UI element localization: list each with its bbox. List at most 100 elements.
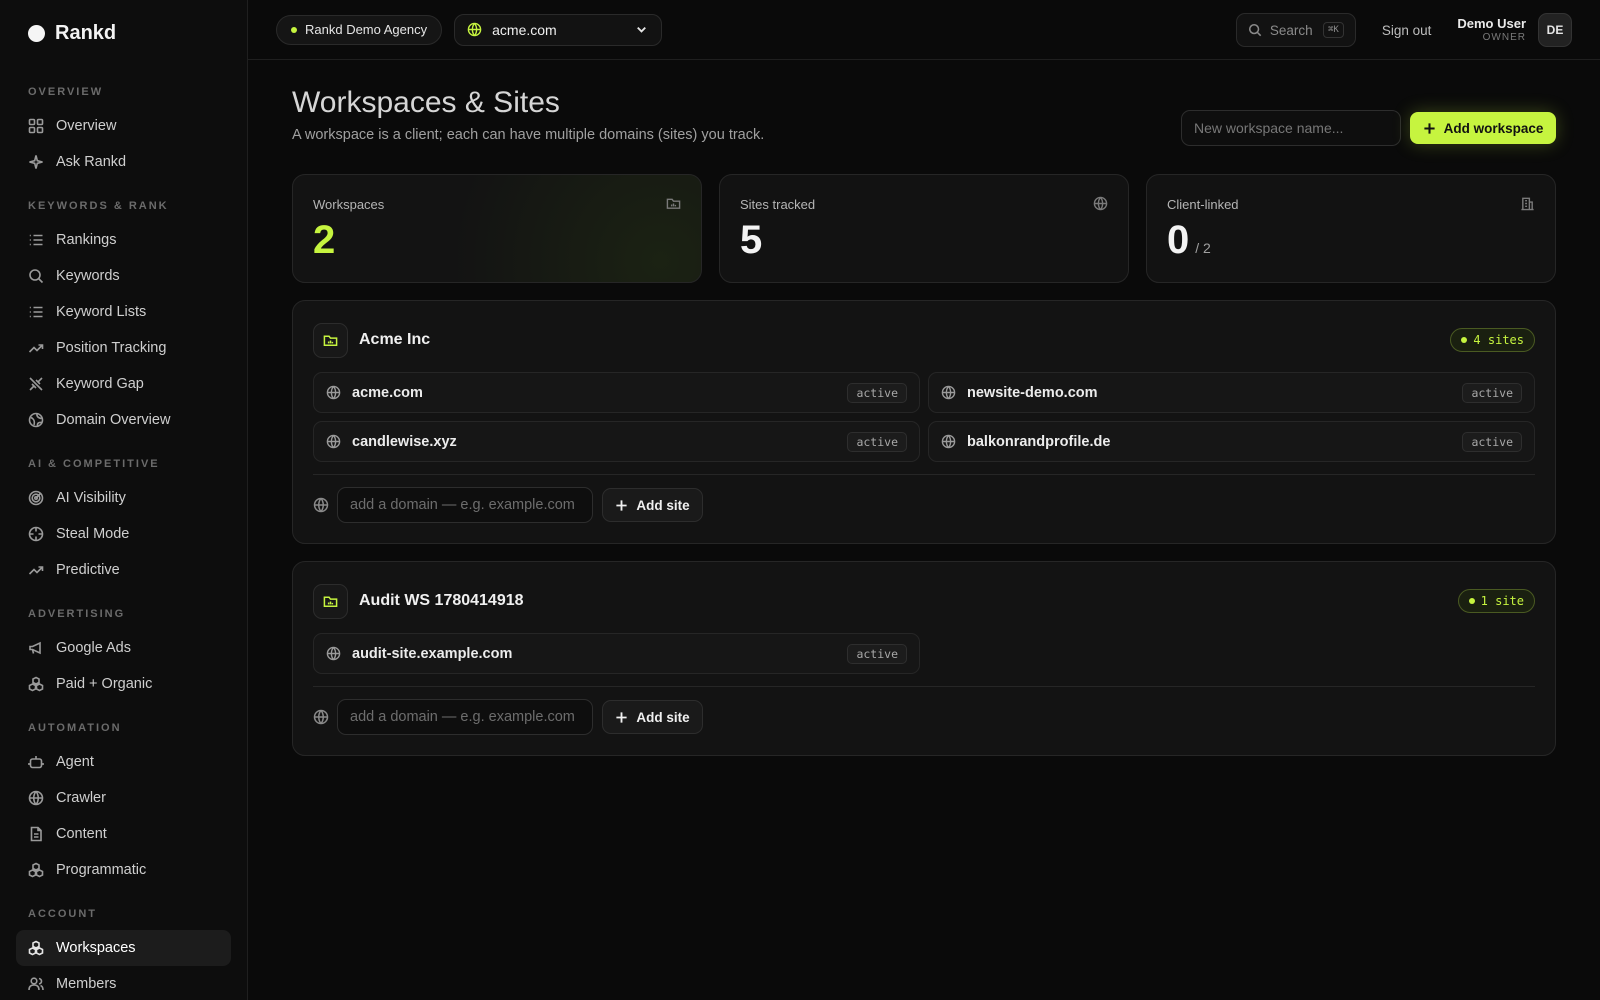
stat-card-workspaces: Workspaces 2 xyxy=(292,174,702,283)
site-list: acme.com active newsite-demo.com active … xyxy=(313,372,1535,462)
sidebar-item-ask-rankd[interactable]: Ask Rankd xyxy=(16,144,231,180)
add-site-button[interactable]: Add site xyxy=(602,700,703,734)
page-content: Workspaces & Sites A workspace is a clie… xyxy=(248,60,1600,756)
sidebar-item-position-tracking[interactable]: Position Tracking xyxy=(16,330,231,366)
sidebar-item-keyword-lists[interactable]: Keyword Lists xyxy=(16,294,231,330)
add-domain-input[interactable] xyxy=(337,699,593,735)
add-site-row: Add site xyxy=(313,487,1535,523)
nav-section-title: ADVERTISING xyxy=(28,608,126,620)
stat-label: Client-linked xyxy=(1167,197,1239,212)
sidebar-item-paid-organic[interactable]: Paid + Organic xyxy=(16,666,231,702)
nav-section-title: KEYWORDS & RANK xyxy=(28,200,169,212)
workspace-header: Audit WS 1780414918 1 site xyxy=(313,583,1535,619)
stat-value: 0 / 2 xyxy=(1167,218,1535,263)
globe-icon xyxy=(28,790,44,806)
sidebar-item-label: Google Ads xyxy=(56,640,131,656)
globe-icon xyxy=(467,22,482,37)
site-domain: balkonrandprofile.de xyxy=(967,433,1111,450)
logo-dot-icon xyxy=(28,24,45,42)
status-badge: active xyxy=(1462,431,1522,452)
main-area: Rankd Demo Agency acme.com Search ⌘K Sig… xyxy=(248,0,1600,1000)
bot-icon xyxy=(28,756,44,769)
site-row[interactable]: audit-site.example.com active xyxy=(313,633,920,674)
avatar[interactable]: DE xyxy=(1538,13,1572,47)
sidebar-item-domain-overview[interactable]: Domain Overview xyxy=(16,402,231,438)
add-workspace-label: Add workspace xyxy=(1443,120,1544,136)
sidebar-item-crawler[interactable]: Crawler xyxy=(16,780,231,816)
nav-section-title: AI & COMPETITIVE xyxy=(28,458,160,470)
stat-card-sites: Sites tracked 5 xyxy=(719,174,1129,283)
chevron-down-icon xyxy=(637,26,647,33)
new-workspace-input[interactable] xyxy=(1181,110,1401,146)
sidebar-item-keywords[interactable]: Keywords xyxy=(16,258,231,294)
stat-value: 2 xyxy=(313,218,336,262)
nav-section-overview: OVERVIEW Overview Ask Rankd KEYWORDS & R… xyxy=(0,86,247,1000)
sidebar-item-label: Agent xyxy=(56,754,94,770)
nav-section-title: AUTOMATION xyxy=(28,722,122,734)
sidebar-item-ai-visibility[interactable]: AI Visibility xyxy=(16,480,231,516)
sites-count-badge: 1 site xyxy=(1457,589,1535,613)
sidebar-item-rankings[interactable]: Rankings xyxy=(16,222,231,258)
search-icon xyxy=(1248,23,1262,37)
topbar-right: Search ⌘K Sign out Demo User OWNER DE xyxy=(1235,0,1572,60)
sidebar-item-overview[interactable]: Overview xyxy=(16,108,231,144)
workspace-header: Acme Inc 4 sites xyxy=(313,322,1535,358)
sidebar-item-label: Keyword Gap xyxy=(56,376,144,392)
folder-icon xyxy=(666,198,681,209)
sidebar-item-label: Paid + Organic xyxy=(56,676,153,692)
user-role: OWNER xyxy=(1482,31,1526,43)
site-row[interactable]: balkonrandprofile.de active xyxy=(928,421,1535,462)
plus-icon xyxy=(616,499,627,511)
sign-out-button[interactable]: Sign out xyxy=(1382,23,1432,38)
site-row[interactable]: newsite-demo.com active xyxy=(928,372,1535,413)
divider xyxy=(313,686,1535,687)
globe-icon xyxy=(941,385,956,400)
sidebar-item-predictive[interactable]: Predictive xyxy=(16,552,231,588)
divider xyxy=(313,474,1535,475)
sidebar-item-label: Steal Mode xyxy=(56,526,130,542)
list-icon xyxy=(29,234,43,246)
workspace-name: Audit WS 1780414918 xyxy=(359,592,524,609)
workspace-name: Acme Inc xyxy=(359,331,431,348)
building-icon xyxy=(1521,197,1534,211)
sidebar-item-google-ads[interactable]: Google Ads xyxy=(16,630,231,666)
site-row[interactable]: candlewise.xyz active xyxy=(313,421,920,462)
agency-pill[interactable]: Rankd Demo Agency xyxy=(276,14,443,45)
add-domain-input[interactable] xyxy=(337,487,593,523)
site-row[interactable]: acme.com active xyxy=(313,372,920,413)
topbar: Rankd Demo Agency acme.com Search ⌘K Sig… xyxy=(248,0,1600,60)
sites-count: 1 site xyxy=(1480,594,1524,608)
sidebar-item-label: Predictive xyxy=(56,562,120,578)
sidebar-item-programmatic[interactable]: Programmatic xyxy=(16,852,231,888)
brand-name: Rankd xyxy=(55,21,117,44)
sidebar-item-agent[interactable]: Agent xyxy=(16,744,231,780)
sidebar-item-label: Position Tracking xyxy=(56,340,167,356)
domain-select[interactable]: acme.com xyxy=(454,13,663,46)
sidebar-item-workspaces[interactable]: Workspaces xyxy=(16,930,231,966)
status-badge: active xyxy=(847,643,907,664)
sidebar-item-keyword-gap[interactable]: Keyword Gap xyxy=(16,366,231,402)
add-site-button[interactable]: Add site xyxy=(602,488,703,522)
folder-icon xyxy=(323,596,338,607)
sidebar-item-label: Content xyxy=(56,826,107,842)
sites-count: 4 sites xyxy=(1473,333,1524,347)
globe-icon xyxy=(313,497,329,513)
sidebar-item-label: Overview xyxy=(56,118,117,134)
page-title: Workspaces & Sites xyxy=(292,86,560,119)
globe-icon xyxy=(313,709,329,725)
list-icon xyxy=(29,306,43,318)
stat-value: 5 xyxy=(740,218,763,262)
brand-logo[interactable]: Rankd xyxy=(0,0,247,66)
sidebar-item-content[interactable]: Content xyxy=(16,816,231,852)
sidebar-item-steal-mode[interactable]: Steal Mode xyxy=(16,516,231,552)
nav-section-title: OVERVIEW xyxy=(28,86,104,98)
document-icon xyxy=(30,826,42,842)
add-workspace-button[interactable]: Add workspace xyxy=(1410,112,1556,144)
globe-icon xyxy=(326,434,341,449)
status-dot-icon xyxy=(1461,337,1468,343)
add-site-label: Add site xyxy=(636,709,690,725)
plus-icon xyxy=(616,711,627,723)
search-button[interactable]: Search ⌘K xyxy=(1235,13,1356,47)
sidebar-item-members[interactable]: Members xyxy=(16,966,231,1000)
trend-icon xyxy=(28,344,44,353)
